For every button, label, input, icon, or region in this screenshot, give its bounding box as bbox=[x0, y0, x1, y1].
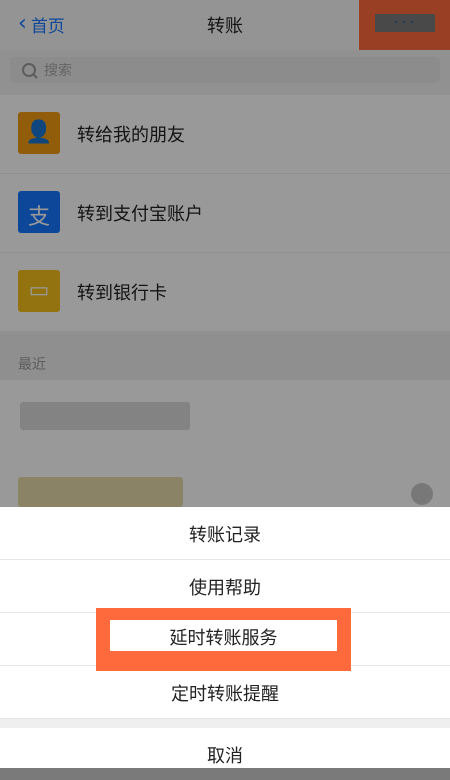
option-label: 转账记录 bbox=[189, 525, 261, 546]
option-transfer-records[interactable]: 转账记录 bbox=[0, 507, 450, 560]
delayed-transfer-button[interactable]: 延时转账服务 bbox=[110, 620, 337, 651]
delayed-transfer-highlight: 延时转账服务 bbox=[96, 608, 351, 671]
option-scheduled-reminder[interactable]: 定时转账提醒 bbox=[0, 666, 450, 719]
option-label: 使用帮助 bbox=[189, 578, 261, 599]
cancel-button[interactable]: 取消 bbox=[0, 728, 450, 780]
option-label: 定时转账提醒 bbox=[171, 684, 279, 705]
cancel-label: 取消 bbox=[207, 746, 243, 767]
option-label: 延时转账服务 bbox=[169, 628, 278, 649]
action-sheet: 转账记录 使用帮助 定时转账提醒 取消 延时转账服务 bbox=[0, 507, 450, 768]
option-help[interactable]: 使用帮助 bbox=[0, 560, 450, 613]
sheet-divider bbox=[0, 719, 450, 728]
